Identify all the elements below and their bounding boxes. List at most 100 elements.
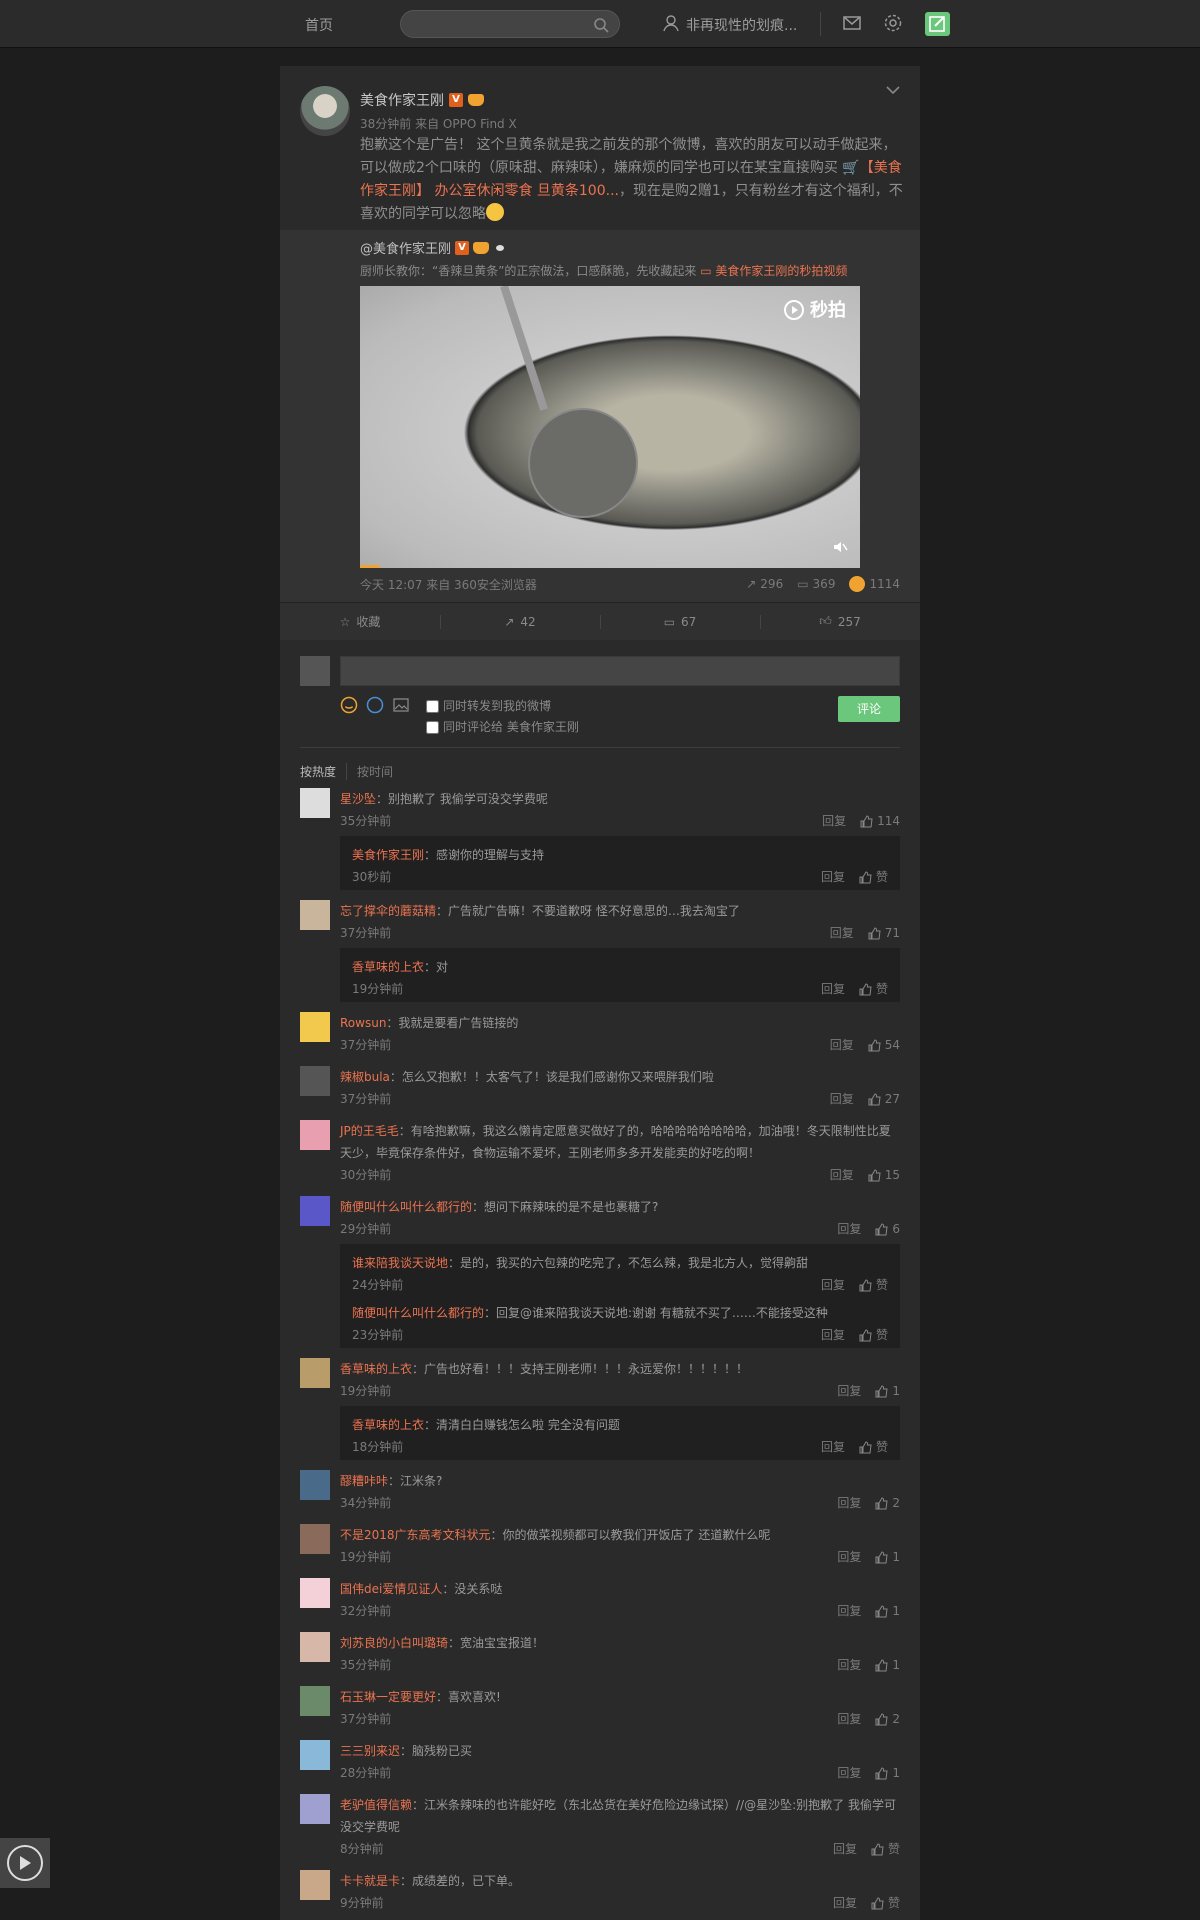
author-avatar[interactable] <box>300 86 350 136</box>
reply-author[interactable]: 随便叫什么叫什么都行的 <box>352 1306 484 1320</box>
reply-button[interactable]: 回复 <box>837 1600 861 1622</box>
comment-author[interactable]: 刘苏良的小白叫璐琦 <box>340 1636 448 1650</box>
reply-like-button[interactable]: 赞 <box>859 1324 888 1346</box>
comment-input[interactable] <box>340 656 900 686</box>
like-count[interactable]: 1114 <box>849 576 900 592</box>
comment-like-button[interactable]: 114 <box>860 810 900 832</box>
image-icon[interactable] <box>392 696 410 717</box>
home-link[interactable]: 首页 <box>305 15 333 35</box>
comment-avatar[interactable] <box>300 1686 330 1716</box>
sort-hot-tab[interactable]: 按热度 <box>300 763 336 780</box>
favorite-button[interactable]: ☆ 收藏 <box>280 603 440 640</box>
repost-count[interactable]: ↗ 296 <box>746 577 783 591</box>
comment-author[interactable]: 醪糟咔咔 <box>340 1474 388 1488</box>
comment-like-button[interactable]: 54 <box>868 1034 900 1056</box>
comment-avatar[interactable] <box>300 1632 330 1662</box>
comment-like-button[interactable]: 1 <box>875 1380 900 1402</box>
reply-button[interactable]: 回复 <box>821 1274 845 1296</box>
mute-icon[interactable] <box>832 539 848 558</box>
video-progress[interactable] <box>360 565 380 568</box>
comment-author[interactable]: 国伟dei爱情见证人 <box>340 1582 442 1596</box>
comment-author[interactable]: Rowsun <box>340 1016 386 1030</box>
comment-avatar[interactable] <box>300 1470 330 1500</box>
reply-button[interactable]: 回复 <box>837 1708 861 1730</box>
reply-button[interactable]: 回复 <box>821 1324 845 1346</box>
comment-count[interactable]: ▭ 369 <box>797 577 835 591</box>
comment-avatar[interactable] <box>300 1524 330 1554</box>
comment-like-button[interactable]: 2 <box>875 1708 900 1730</box>
chevron-down-icon[interactable] <box>886 84 900 98</box>
comment-like-button[interactable]: 1 <box>875 1654 900 1676</box>
emoji-icon[interactable] <box>340 696 358 717</box>
comment-avatar[interactable] <box>300 1012 330 1042</box>
comment-avatar[interactable] <box>300 1794 330 1824</box>
compose-icon[interactable] <box>925 12 950 36</box>
comment-like-button[interactable]: 6 <box>875 1218 900 1240</box>
comment-avatar[interactable] <box>300 900 330 930</box>
reply-button[interactable]: 回复 <box>837 1762 861 1784</box>
comment-avatar[interactable] <box>300 1870 330 1900</box>
reply-like-button[interactable]: 赞 <box>859 866 888 888</box>
user-menu[interactable]: 非再现性的划痕... <box>662 14 797 36</box>
comment-like-button[interactable]: 27 <box>868 1088 900 1110</box>
reply-author[interactable]: 美食作家王刚 <box>352 848 424 862</box>
search-box[interactable] <box>400 10 620 38</box>
comment-author[interactable]: 星沙坠 <box>340 792 376 806</box>
reply-like-button[interactable]: 赞 <box>859 1436 888 1458</box>
comment-like-button[interactable]: 1 <box>875 1600 900 1622</box>
comment-author[interactable]: 卡卡就是卡 <box>340 1874 400 1888</box>
comment-avatar[interactable] <box>300 1578 330 1608</box>
repost-author[interactable]: @美食作家王刚 <box>360 238 451 257</box>
comment-avatar[interactable] <box>300 1358 330 1388</box>
reply-button[interactable]: 回复 <box>821 1436 845 1458</box>
comment-author[interactable]: 香草味的上衣 <box>340 1362 412 1376</box>
comment-avatar[interactable] <box>300 1120 330 1150</box>
reply-author[interactable]: 谁来陪我谈天说地 <box>352 1256 448 1270</box>
submit-comment-button[interactable]: 评论 <box>838 696 900 722</box>
search-input[interactable] <box>401 11 581 37</box>
comment-button[interactable]: ▭ 67 <box>600 603 760 640</box>
comment-author[interactable]: 老驴值得信赖 <box>340 1798 412 1812</box>
reply-button[interactable]: 回复 <box>837 1492 861 1514</box>
repost-option[interactable]: 同时转发到我的微博 <box>426 696 579 717</box>
comment-avatar[interactable] <box>300 788 330 818</box>
video-link[interactable]: ▭ 美食作家王刚的秒拍视频 <box>700 264 847 278</box>
like-button[interactable]: 👍︎ 257 <box>760 603 920 640</box>
gear-icon[interactable] <box>883 13 905 35</box>
comment-author[interactable]: 三三别来迟 <box>340 1744 400 1758</box>
reply-button[interactable]: 回复 <box>837 1654 861 1676</box>
repost-checkbox[interactable] <box>426 700 439 713</box>
comment-author[interactable]: 石玉琳一定要更好 <box>340 1690 436 1704</box>
comment-to-author-option[interactable]: 同时评论给 美食作家王刚 <box>426 717 579 738</box>
comment-author[interactable]: 辣椒bula <box>340 1070 390 1084</box>
reply-button[interactable]: 回复 <box>830 1088 854 1110</box>
reply-button[interactable]: 回复 <box>837 1218 861 1240</box>
comment-like-button[interactable]: 71 <box>868 922 900 944</box>
comment-like-button[interactable]: 15 <box>868 1164 900 1186</box>
reply-like-button[interactable]: 赞 <box>859 978 888 1000</box>
video-player[interactable]: 秒拍 <box>360 286 860 568</box>
comment-like-button[interactable]: 2 <box>875 1492 900 1514</box>
floating-video-button[interactable] <box>0 1838 50 1888</box>
reply-button[interactable]: 回复 <box>830 1164 854 1186</box>
comment-like-button[interactable]: 赞 <box>871 1892 900 1914</box>
reply-button[interactable]: 回复 <box>837 1546 861 1568</box>
comment-avatar[interactable] <box>300 1740 330 1770</box>
reply-author[interactable]: 香草味的上衣 <box>352 1418 424 1432</box>
reply-author[interactable]: 香草味的上衣 <box>352 960 424 974</box>
reply-button[interactable]: 回复 <box>833 1892 857 1914</box>
reply-button[interactable]: 回复 <box>822 810 846 832</box>
reply-button[interactable]: 回复 <box>830 922 854 944</box>
comment-avatar[interactable] <box>300 1196 330 1226</box>
sort-time-tab[interactable]: 按时间 <box>346 763 393 780</box>
reply-button[interactable]: 回复 <box>833 1838 857 1860</box>
reply-button[interactable]: 回复 <box>821 978 845 1000</box>
author-name[interactable]: 美食作家王刚 <box>360 90 444 110</box>
comment-author[interactable]: 随便叫什么叫什么都行的 <box>340 1200 472 1214</box>
comment-author[interactable]: 不是2018广东高考文科状元 <box>340 1528 491 1542</box>
search-icon[interactable] <box>593 17 609 36</box>
repost-button[interactable]: ↗ 42 <box>440 603 600 640</box>
comment-like-button[interactable]: 赞 <box>871 1838 900 1860</box>
comment-author[interactable]: JP的王毛毛 <box>340 1124 399 1138</box>
reply-button[interactable]: 回复 <box>830 1034 854 1056</box>
